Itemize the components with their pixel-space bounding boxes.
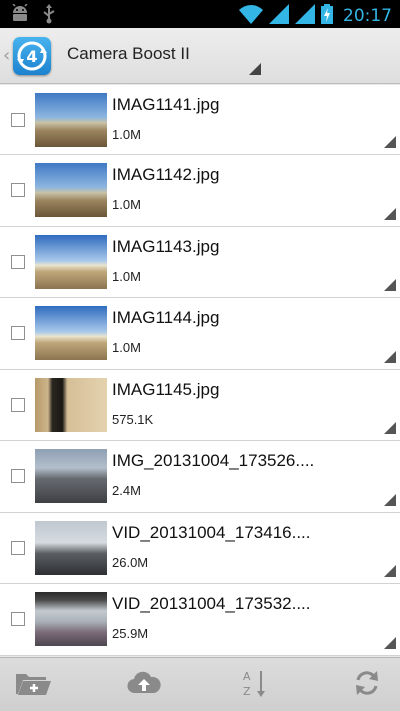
file-size: 1.0M [112, 340, 141, 355]
bottom-toolbar: A Z [0, 657, 400, 711]
file-list: IMAG1141.jpg 1.0M IMAG1142.jpg 1.0M IMAG… [0, 85, 400, 657]
file-name: IMAG1145.jpg [112, 379, 220, 399]
file-name: IMAG1144.jpg [112, 308, 220, 327]
select-checkbox[interactable] [11, 254, 25, 269]
select-checkbox[interactable] [11, 112, 25, 127]
file-thumbnail [35, 93, 107, 147]
select-checkbox[interactable] [11, 540, 25, 555]
item-menu-indicator-icon[interactable] [384, 565, 396, 577]
wifi-icon [239, 4, 263, 28]
list-item[interactable]: IMAG1141.jpg 1.0M [0, 85, 400, 155]
back-chevron-icon[interactable]: ‹ [3, 45, 10, 66]
item-menu-indicator-icon[interactable] [384, 422, 396, 434]
file-thumbnail [35, 377, 107, 432]
file-size: 1.0M [112, 127, 141, 142]
file-size: 2.4M [112, 483, 141, 498]
select-checkbox[interactable] [11, 397, 25, 412]
sort-button[interactable]: A Z [236, 669, 276, 701]
file-thumbnail [35, 306, 107, 360]
file-thumbnail [35, 592, 107, 646]
file-size: 1.0M [112, 197, 141, 212]
refresh-icon [353, 669, 381, 701]
item-menu-indicator-icon[interactable] [384, 207, 396, 220]
cloud-upload-icon [127, 671, 161, 699]
item-menu-indicator-icon[interactable] [384, 350, 396, 363]
app-title[interactable]: Camera Boost II [67, 44, 190, 64]
file-name: IMAG1143.jpg [112, 236, 220, 256]
select-checkbox[interactable] [11, 469, 25, 484]
select-checkbox[interactable] [11, 183, 25, 198]
svg-text:Z: Z [243, 685, 251, 698]
file-thumbnail [35, 449, 107, 503]
signal-icon [295, 4, 315, 28]
file-name: VID_20131004_173416.... [112, 522, 311, 542]
cloud-upload-button[interactable] [124, 669, 164, 701]
select-checkbox[interactable] [11, 612, 25, 627]
status-bar: 20:17 [0, 0, 400, 28]
item-menu-indicator-icon[interactable] [384, 493, 396, 506]
add-folder-icon [14, 670, 52, 700]
signal-icon [269, 4, 289, 28]
file-name: VID_20131004_173532.... [112, 594, 311, 613]
file-thumbnail [35, 163, 107, 217]
usb-icon [42, 4, 56, 28]
spinner-indicator-icon [249, 63, 261, 75]
list-item[interactable]: IMAG1143.jpg 1.0M [0, 226, 400, 298]
list-item[interactable]: IMAG1144.jpg 1.0M [0, 298, 400, 370]
file-name: IMAG1141.jpg [112, 95, 220, 114]
svg-text:A: A [243, 670, 251, 683]
file-thumbnail [35, 520, 107, 575]
action-bar: ‹ 4 Camera Boost II [0, 28, 400, 84]
add-folder-button[interactable] [13, 669, 53, 701]
android-icon [10, 3, 30, 28]
list-item[interactable]: IMG_20131004_173526.... 2.4M [0, 441, 400, 513]
camera-boost-app-icon[interactable]: 4 [13, 37, 51, 75]
file-thumbnail [35, 234, 107, 289]
battery-charging-icon [321, 4, 333, 28]
list-item[interactable]: VID_20131004_173532.... 25.9M [0, 584, 400, 656]
item-menu-indicator-icon[interactable] [384, 636, 396, 649]
file-name: IMG_20131004_173526.... [112, 451, 315, 470]
item-menu-indicator-icon[interactable] [384, 136, 396, 148]
file-size: 1.0M [112, 268, 141, 284]
file-size: 25.9M [112, 626, 149, 641]
file-name: IMAG1142.jpg [112, 165, 220, 184]
status-time: 20:17 [343, 6, 392, 26]
list-item[interactable]: VID_20131004_173416.... 26.0M [0, 512, 400, 584]
select-checkbox[interactable] [11, 326, 25, 341]
sort-az-icon: A Z [242, 668, 270, 702]
list-item[interactable]: IMAG1145.jpg 575.1K [0, 369, 400, 441]
list-item[interactable]: IMAG1142.jpg 1.0M [0, 155, 400, 227]
refresh-button[interactable] [347, 669, 387, 701]
svg-text:4: 4 [26, 47, 37, 66]
item-menu-indicator-icon[interactable] [384, 279, 396, 291]
file-size: 26.0M [112, 554, 149, 570]
file-size: 575.1K [112, 411, 154, 427]
